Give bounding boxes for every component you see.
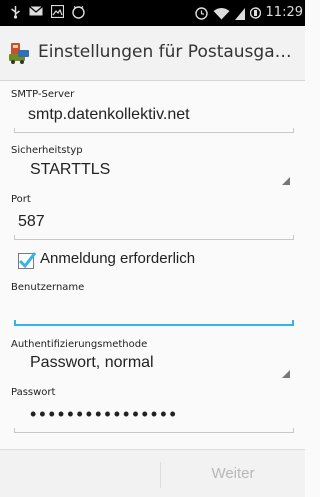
empty-button-slot bbox=[0, 450, 160, 497]
field-underline bbox=[14, 239, 294, 240]
auth-required-checkbox[interactable] bbox=[18, 252, 37, 269]
smtp-server-label: SMTP-Server bbox=[11, 89, 75, 100]
checkmark-icon bbox=[18, 252, 37, 269]
auth-method-label: Authentifizierungsmethode bbox=[11, 339, 148, 350]
field-underline bbox=[14, 432, 294, 433]
password-field[interactable]: •••••••••••••••• bbox=[14, 403, 294, 433]
security-type-spinner[interactable]: STARTTLS bbox=[14, 158, 294, 188]
usb-icon bbox=[11, 6, 20, 19]
username-field[interactable] bbox=[14, 296, 294, 326]
app-logo-icon bbox=[9, 43, 29, 64]
wifi-icon bbox=[213, 7, 230, 19]
clock-time: 11:29 bbox=[265, 5, 303, 20]
auth-required-label: Anmeldung erforderlich bbox=[40, 250, 196, 267]
page-title: Einstellungen für Postausgang... bbox=[38, 42, 302, 62]
username-label: Benutzername bbox=[11, 282, 85, 293]
clock-icon bbox=[72, 5, 85, 19]
smtp-server-field[interactable]: smtp.datenkollektiv.net bbox=[14, 103, 294, 133]
bottom-button-bar: Weiter bbox=[0, 449, 305, 497]
next-button[interactable]: Weiter bbox=[161, 450, 305, 497]
dropdown-triangle-icon bbox=[282, 177, 290, 185]
status-bar: 11:29 bbox=[0, 0, 305, 26]
auth-method-value: Passwort, normal bbox=[30, 354, 154, 371]
auth-method-spinner[interactable]: Passwort, normal bbox=[14, 351, 294, 381]
port-value: 587 bbox=[18, 213, 45, 230]
smtp-server-value: smtp.datenkollektiv.net bbox=[28, 106, 190, 123]
port-field[interactable]: 587 bbox=[14, 210, 294, 240]
battery-icon bbox=[249, 7, 261, 19]
field-underline-focused bbox=[14, 324, 294, 326]
password-label: Passwort bbox=[11, 387, 56, 398]
dropdown-triangle-icon bbox=[282, 370, 290, 378]
security-type-label: Sicherheitstyp bbox=[11, 145, 83, 156]
signal-icon bbox=[234, 7, 245, 20]
auth-required-checkbox-row[interactable]: Anmeldung erforderlich bbox=[18, 250, 288, 272]
action-bar: Einstellungen für Postausgang... bbox=[0, 26, 305, 81]
security-type-value: STARTTLS bbox=[30, 161, 111, 178]
alarm-icon bbox=[194, 7, 208, 20]
field-underline bbox=[14, 132, 294, 133]
mail-icon bbox=[29, 6, 43, 16]
port-label: Port bbox=[11, 194, 31, 205]
password-value: •••••••••••••••• bbox=[30, 404, 179, 424]
image-icon bbox=[51, 5, 64, 18]
